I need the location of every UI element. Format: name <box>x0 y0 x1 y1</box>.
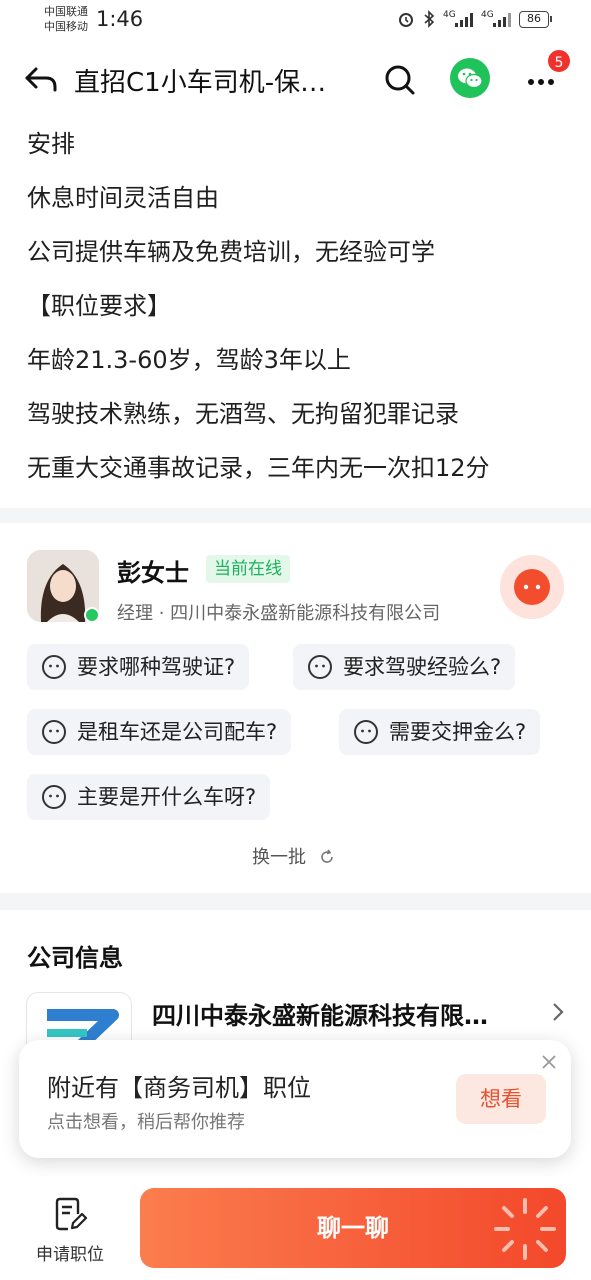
want-to-see-button[interactable]: 想看 <box>456 1074 546 1124</box>
notification-badge: 5 <box>546 48 572 74</box>
battery-icon: 86 <box>519 10 552 28</box>
apply-job-label: 申请职位 <box>36 1245 104 1265</box>
wechat-share-icon[interactable] <box>450 58 490 98</box>
quick-question-label: 主要是开什么车呀? <box>77 785 257 809</box>
chat-face-icon <box>42 785 66 809</box>
carrier-names: 中国联通 中国移动 <box>44 4 88 34</box>
bottom-action-bar: 申请职位 聊一聊 <box>0 1176 591 1280</box>
signal-1-icon: 4G <box>443 10 473 28</box>
edit-document-icon <box>55 1197 88 1231</box>
bluetooth-icon <box>424 10 435 28</box>
description-line: 无重大交通事故记录，三年内无一次扣12分 <box>27 454 490 482</box>
status-bar: 中国联通 中国移动 1:46 4G 4G 86 <box>0 0 591 44</box>
chat-face-icon <box>354 720 378 744</box>
quick-question-label: 是租车还是公司配车? <box>77 720 278 744</box>
carrier-1: 中国联通 <box>44 5 88 18</box>
refresh-questions-button[interactable]: 换一批 <box>252 843 336 869</box>
section-title: 公司信息 <box>27 944 123 972</box>
back-arrow-icon[interactable] <box>22 60 62 100</box>
quick-question-chip[interactable]: 要求驾驶经验么? <box>293 644 516 690</box>
clock: 1:46 <box>96 7 144 31</box>
company-name[interactable]: 四川中泰永盛新能源科技有限… <box>152 996 532 1031</box>
close-icon[interactable] <box>539 1052 559 1072</box>
recruiter-name: 彭女士 <box>117 559 189 587</box>
quick-question-chip[interactable]: 要求哪种驾驶证? <box>27 644 250 690</box>
quick-question-label: 需要交押金么? <box>389 720 527 744</box>
carrier-2: 中国移动 <box>44 20 88 33</box>
recruiter-card: 彭女士 当前在线 经理 · 四川中泰永盛新能源科技有限公司 要求哪种驾驶证? 要… <box>0 523 591 893</box>
recommendation-popup: 附近有【商务司机】职位 点击想看，稍后帮你推荐 想看 <box>19 1040 571 1158</box>
recruiter-title-company: 经理 · 四川中泰永盛新能源科技有限公司 <box>117 603 441 624</box>
search-icon[interactable] <box>380 60 420 100</box>
quick-question-chip[interactable]: 需要交押金么? <box>339 709 541 755</box>
chat-face-icon <box>308 655 332 679</box>
signal-2-label: 4G <box>481 10 494 20</box>
sparkle-burst-icon <box>494 1198 556 1260</box>
chat-face-icon <box>42 720 66 744</box>
chat-bubble-button[interactable] <box>500 555 564 619</box>
refresh-icon <box>320 849 333 863</box>
chat-now-button[interactable]: 聊一聊 <box>140 1188 566 1268</box>
popup-subtitle: 点击想看，稍后帮你推荐 <box>47 1112 245 1133</box>
description-line: 【职位要求】 <box>27 292 171 320</box>
quick-question-chip[interactable]: 是租车还是公司配车? <box>27 709 292 755</box>
description-line: 安排 <box>27 130 75 158</box>
apply-job-button[interactable]: 申请职位 <box>28 1194 112 1265</box>
page-title: 直招C1小车司机-保… <box>74 68 327 98</box>
quick-question-chip[interactable]: 主要是开什么车呀? <box>27 774 271 820</box>
description-line: 休息时间灵活自由 <box>27 184 219 212</box>
status-icons: 4G 4G 86 <box>397 10 552 28</box>
description-line: 年龄21.3-60岁，驾龄3年以上 <box>27 346 351 374</box>
popup-title: 附近有【商务司机】职位 <box>47 1074 311 1102</box>
online-status-badge: 当前在线 <box>206 555 290 583</box>
chevron-right-icon[interactable] <box>548 1000 568 1024</box>
description-line: 驾驶技术熟练，无酒驾、无拘留犯罪记录 <box>27 400 459 428</box>
refresh-label: 换一批 <box>252 847 306 868</box>
chat-bubble-icon <box>514 569 550 605</box>
signal-1-label: 4G <box>443 10 456 20</box>
nav-bar: 直招C1小车司机-保… 5 <box>0 44 591 114</box>
chat-face-icon <box>42 655 66 679</box>
chat-now-label: 聊一聊 <box>317 1214 389 1242</box>
description-line: 公司提供车辆及免费培训，无经验可学 <box>27 238 435 266</box>
quick-question-label: 要求驾驶经验么? <box>343 655 502 679</box>
signal-2-icon: 4G <box>481 10 511 28</box>
job-description: 安排 休息时间灵活自由 公司提供车辆及免费培训，无经验可学 【职位要求】 年龄2… <box>0 114 591 508</box>
quick-question-label: 要求哪种驾驶证? <box>77 655 236 679</box>
online-indicator <box>84 607 100 623</box>
alarm-icon <box>399 13 413 27</box>
